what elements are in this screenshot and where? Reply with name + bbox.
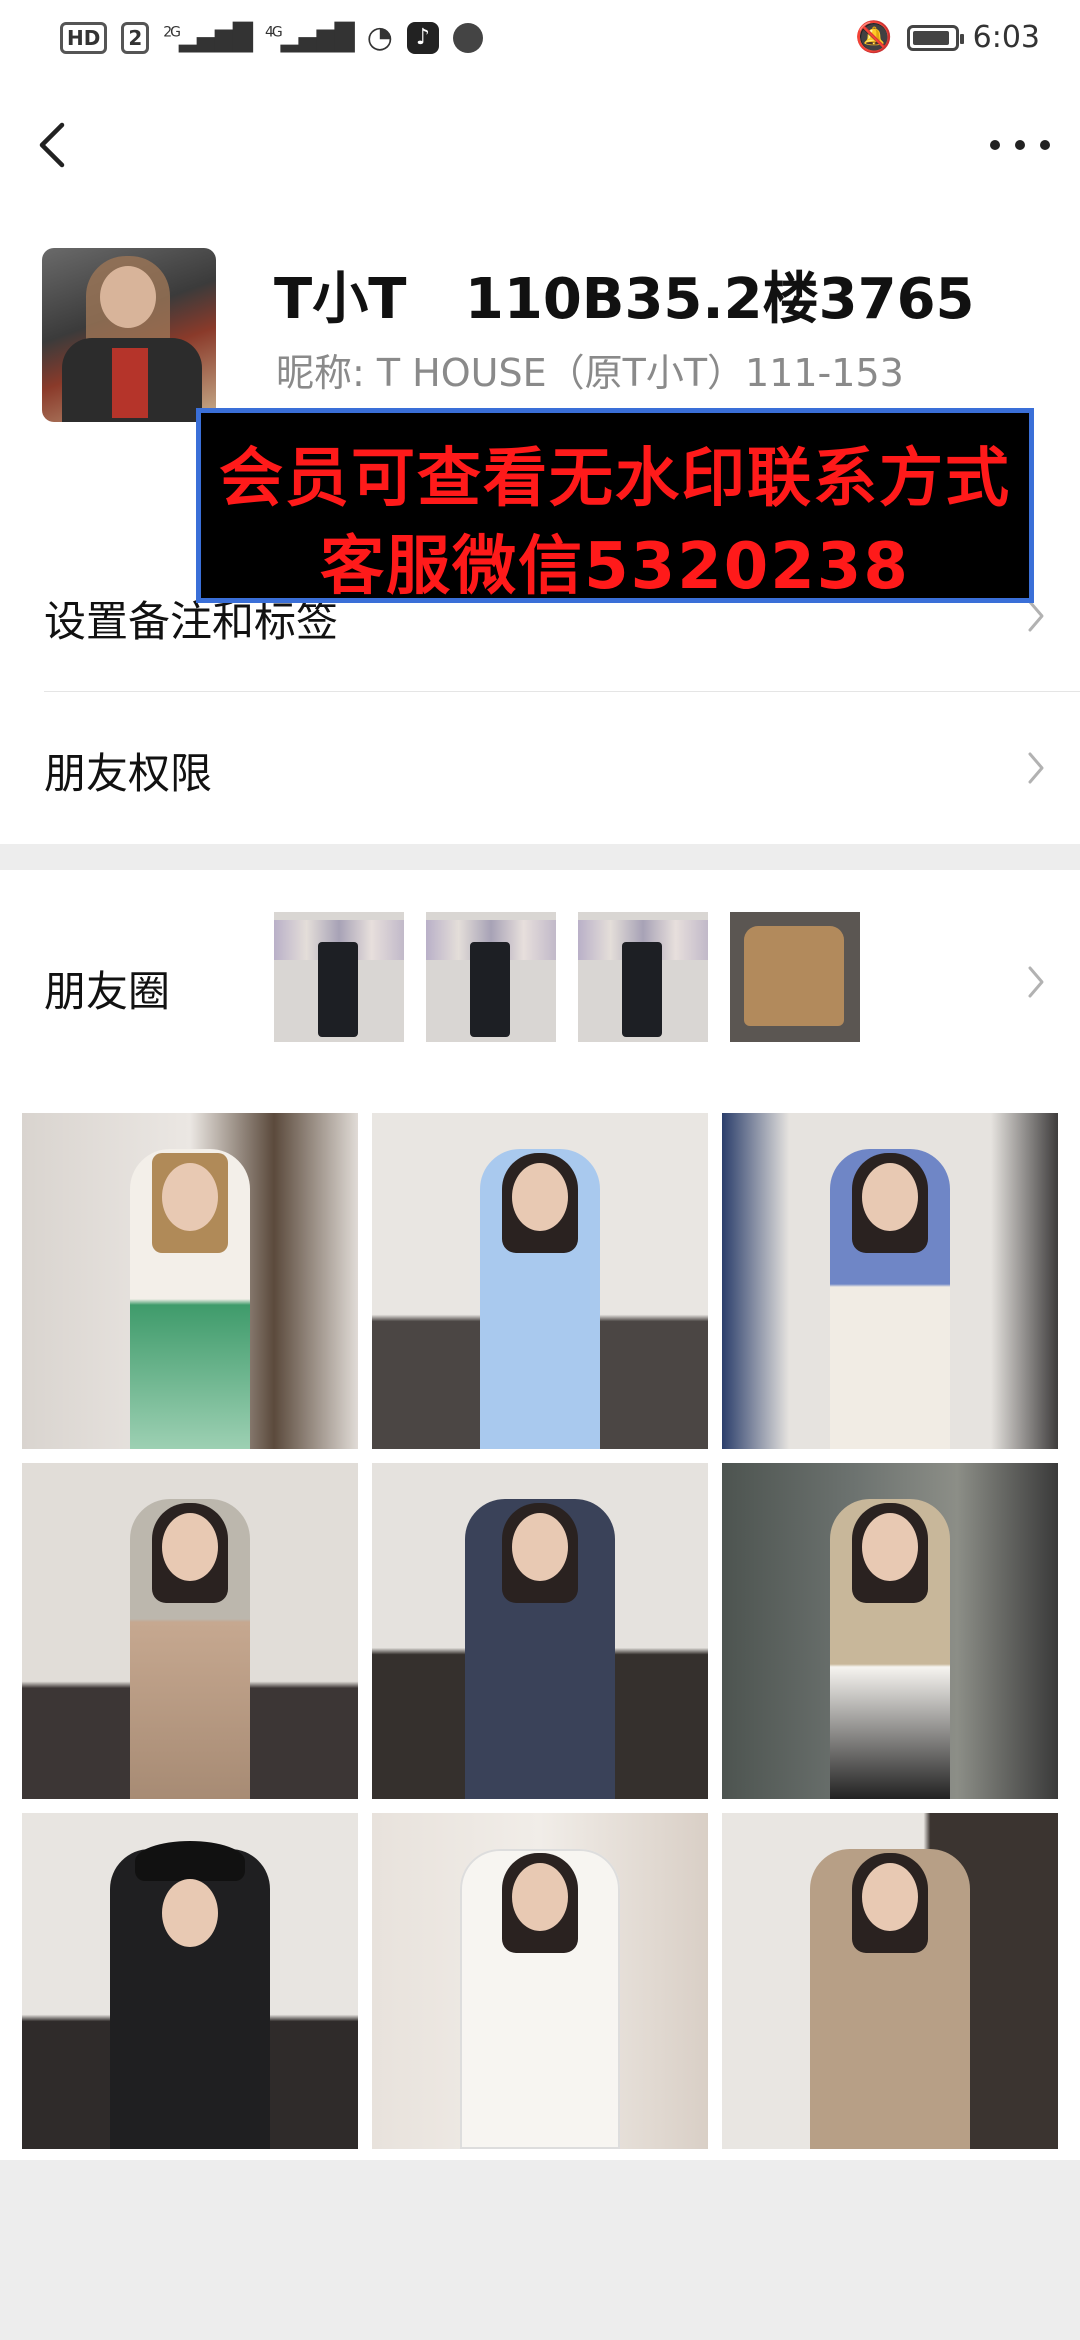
status-bar: HD 2 2G▂▄▆█ 4G▂▄▆█ ◔ ♪ 🔕 6:03: [0, 0, 1080, 75]
more-dot: [990, 140, 1000, 150]
moment-thumbnail: [730, 912, 860, 1042]
moment-thumbnail: [274, 912, 404, 1042]
photo-tile[interactable]: [22, 1813, 358, 2149]
chevron-left-icon: [39, 122, 65, 168]
photo-tile[interactable]: [22, 1113, 358, 1449]
watermark-banner: 会员可查看无水印联系方式 客服微信5320238: [196, 408, 1034, 604]
photo-tile[interactable]: [722, 1113, 1058, 1449]
photo-tile[interactable]: [372, 1113, 708, 1449]
avatar-face: [100, 266, 156, 328]
photo-tile[interactable]: [372, 1813, 708, 2149]
watermark-line-2: 客服微信5320238: [320, 530, 910, 604]
back-button[interactable]: [34, 115, 74, 175]
moments-section: 朋友圈: [0, 870, 1080, 2160]
photo-tile[interactable]: [372, 1463, 708, 1799]
chevron-right-icon: [1028, 752, 1044, 784]
signal-2g-icon: 2G▂▄▆█: [163, 22, 253, 53]
photo-grid: [22, 1113, 1058, 2149]
moment-thumbnail: [578, 912, 708, 1042]
moments-label: 朋友圈: [44, 967, 171, 1016]
watermark-line-1: 会员可查看无水印联系方式: [219, 442, 1011, 516]
sim-badge: 2: [121, 21, 150, 54]
chevron-right-icon: [1028, 966, 1044, 998]
contact-nickname: 昵称: T HOUSE（原T小T）111-153: [276, 351, 904, 395]
status-bar-left: HD 2 2G▂▄▆█ 4G▂▄▆█ ◔ ♪: [60, 20, 483, 55]
moments-thumbnails: [274, 912, 860, 1042]
battery-icon: [906, 24, 964, 51]
row-friend-permissions[interactable]: 朋友权限: [0, 692, 1080, 844]
photo-tile[interactable]: [722, 1463, 1058, 1799]
battery-fill: [912, 30, 949, 45]
signal-4g-icon: 4G▂▄▆█: [265, 22, 355, 53]
more-button[interactable]: [990, 130, 1050, 160]
more-dot: [1015, 140, 1025, 150]
more-dot: [1040, 140, 1050, 150]
tiktok-icon: ♪: [406, 21, 439, 54]
contact-name: T小T 110B35.2楼3765: [274, 267, 975, 332]
photo-tile[interactable]: [722, 1813, 1058, 2149]
avatar[interactable]: [42, 248, 216, 422]
wifi-icon: ◔: [366, 20, 393, 55]
clock: 6:03: [972, 20, 1040, 55]
net2-label: 4G: [265, 23, 283, 40]
app-status-icon: [452, 22, 483, 53]
hd-badge: HD: [60, 21, 108, 54]
avatar-scarf: [112, 348, 148, 418]
photo-tile[interactable]: [22, 1463, 358, 1799]
top-nav: [0, 75, 1080, 210]
net1-label: 2G: [163, 23, 181, 40]
mute-bell-icon: 🔕: [855, 20, 893, 55]
moment-thumbnail: [426, 912, 556, 1042]
status-bar-right: 🔕 6:03: [855, 20, 1040, 55]
row-label: 朋友权限: [44, 749, 213, 798]
